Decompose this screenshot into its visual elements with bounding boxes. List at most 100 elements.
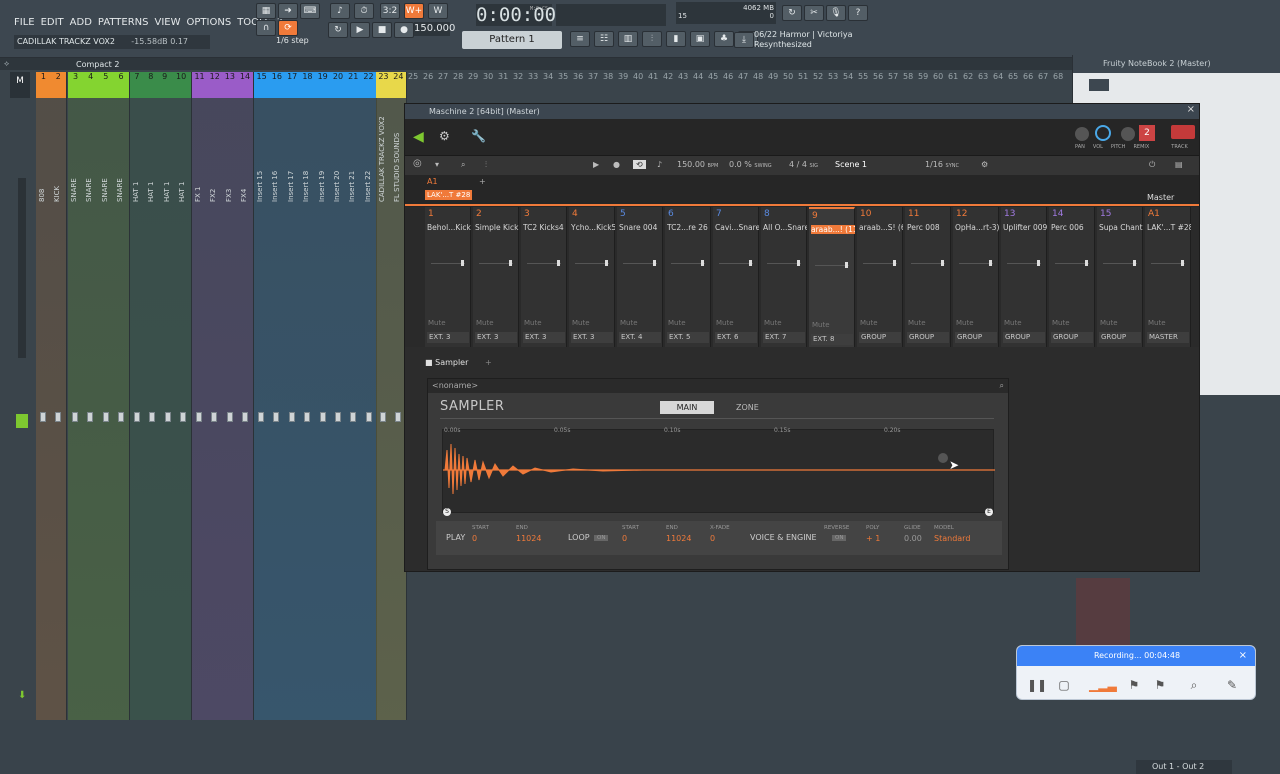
mixer-group-header[interactable]: 3 4 5 6 (68, 72, 129, 98)
insert-fader[interactable] (87, 412, 94, 422)
news-hint[interactable]: 06/22 Harmor | Victoriya Resynthesized (754, 30, 864, 52)
browser-icon[interactable]: ▣ (690, 31, 710, 47)
cut-icon[interactable]: ✂ (804, 5, 824, 21)
maschine-channel[interactable]: 14 Perc 006 Mute GROUP (1049, 207, 1095, 347)
pattern-selector[interactable]: Pattern 1 (462, 31, 562, 49)
insert-number[interactable]: 55 (858, 72, 873, 84)
marker-icon[interactable]: ⚑ (1151, 676, 1169, 694)
metronome-icon[interactable]: ♪ (657, 160, 662, 169)
maschine-channel[interactable]: 5 Snare 004 Mute EXT. 4 (617, 207, 663, 347)
insert-number[interactable]: 47 (738, 72, 753, 84)
maschine-channel[interactable]: 1 Behol...Kick Mute EXT. 3 (425, 207, 471, 347)
mute-button[interactable]: Mute (524, 319, 542, 327)
master-fader[interactable] (16, 414, 28, 428)
insert-number[interactable]: 56 (873, 72, 888, 84)
insert-fader[interactable] (164, 412, 171, 422)
channel-volume-slider[interactable] (1007, 263, 1041, 264)
insert-number[interactable]: 13 (225, 72, 235, 81)
insert-number[interactable]: 1 (41, 72, 46, 81)
insert-fader[interactable] (180, 412, 187, 422)
master-label[interactable]: Master (1147, 193, 1174, 202)
channel-output[interactable]: MASTER (1147, 332, 1189, 343)
insert-number[interactable]: 37 (588, 72, 603, 84)
insert-number[interactable]: 34 (543, 72, 558, 84)
insert-number[interactable]: 43 (678, 72, 693, 84)
keyboard-icon[interactable]: ⌨ (300, 3, 320, 19)
loop-toggle[interactable]: ON (594, 535, 609, 541)
dropdown-icon[interactable]: ▾ (435, 160, 439, 169)
mixer-menu-icon[interactable]: ⟡ (4, 59, 9, 69)
channel-output[interactable]: GROUP (1051, 332, 1093, 343)
mute-button[interactable]: Mute (428, 319, 446, 327)
mute-button[interactable]: Mute (1004, 319, 1022, 327)
pause-icon[interactable]: ❚❚ (1027, 676, 1047, 694)
loop-xfade[interactable]: 0 (710, 534, 715, 543)
mixer-mode[interactable]: Compact 2 (76, 60, 119, 69)
maschine-channel[interactable]: 12 OpHa...rt-3) Mute GROUP (953, 207, 999, 347)
mixer-group-header[interactable]: 23 24 (376, 72, 406, 98)
maschine-channel[interactable]: A1 LAK'...T #28 Mute MASTER (1145, 207, 1191, 347)
record-icon[interactable]: ● (394, 22, 414, 38)
insert-number[interactable]: 57 (888, 72, 903, 84)
channel-volume-slider[interactable] (623, 263, 657, 264)
channel-volume-slider[interactable] (479, 263, 513, 264)
insert-number[interactable]: 61 (948, 72, 963, 84)
model-value[interactable]: Standard (934, 534, 970, 543)
piano-icon[interactable]: ▥ (618, 31, 638, 47)
zoom-icon[interactable]: ⌕ (1185, 676, 1203, 694)
grid-display[interactable]: 1/16 SYNC (925, 160, 959, 169)
play-end[interactable]: 11024 (516, 534, 541, 543)
insert-number[interactable]: 27 (438, 72, 453, 84)
mute-button[interactable]: Mute (620, 319, 638, 327)
insert-number[interactable]: 46 (723, 72, 738, 84)
mixer-group-header[interactable]: 12 (36, 72, 66, 98)
mute-button[interactable]: Mute (1148, 319, 1166, 327)
mute-button[interactable]: Mute (572, 319, 590, 327)
channel-output[interactable]: EXT. 8 (811, 334, 853, 345)
mute-button[interactable]: Mute (716, 319, 734, 327)
power-icon[interactable]: ⏻ (1149, 160, 1155, 170)
mic-icon[interactable]: 🎙 (826, 5, 846, 21)
wrench-icon[interactable]: 🔧 (471, 129, 486, 143)
reverse-toggle[interactable]: ON (832, 535, 847, 541)
insert-fader[interactable] (226, 412, 233, 422)
maschine-channel[interactable]: 4 Ycho...Kick5 Mute EXT. 3 (569, 207, 615, 347)
loop-icon[interactable]: ⟳ (278, 20, 298, 36)
mute-button[interactable]: Mute (1100, 319, 1118, 327)
channel-volume-handle[interactable] (461, 260, 464, 266)
maschine-channel[interactable]: 7 Cavi...Snare Mute EXT. 6 (713, 207, 759, 347)
insert-number[interactable]: 58 (903, 72, 918, 84)
mixer-group-header[interactable]: 15 16 17 18 19 20 21 22 (254, 72, 377, 98)
insert-number[interactable]: 40 (633, 72, 648, 84)
channel-volume-handle[interactable] (653, 260, 656, 266)
plugin-icon[interactable]: ♣ (714, 31, 734, 47)
menu-file[interactable]: FILE (14, 17, 35, 28)
insert-number[interactable]: 66 (1023, 72, 1038, 84)
sampler-tab[interactable]: ■ Sampler + (425, 358, 492, 367)
insert-fader[interactable] (380, 412, 386, 422)
channel-output[interactable]: EXT. 3 (475, 332, 517, 343)
plugin-icon[interactable]: ◀ (413, 129, 424, 145)
insert-number[interactable]: 67 (1038, 72, 1053, 84)
insert-number[interactable]: 4 (88, 72, 93, 81)
master-track-header[interactable]: M (10, 72, 30, 98)
insert-fader[interactable] (395, 412, 402, 422)
insert-number[interactable]: 3 (73, 72, 78, 81)
insert-number[interactable]: 39 (618, 72, 633, 84)
waveform-view[interactable]: S E ➤ (442, 429, 995, 516)
blend-notes-icon[interactable]: W+ (404, 3, 424, 19)
channel-output[interactable]: GROUP (1003, 332, 1045, 343)
insert-number[interactable]: 21 (348, 72, 358, 81)
insert-fader[interactable] (242, 412, 249, 422)
mixer-view-icon[interactable]: ⫶ (485, 160, 487, 170)
tab-zone[interactable]: ZONE (736, 403, 759, 412)
channel-volume-slider[interactable] (959, 263, 993, 264)
play-icon[interactable]: ▶ (350, 22, 370, 38)
channel-volume-handle[interactable] (989, 260, 992, 266)
channel-volume-handle[interactable] (557, 260, 560, 266)
insert-fader[interactable] (319, 412, 326, 422)
channel-volume-handle[interactable] (1037, 260, 1040, 266)
channel-output[interactable]: EXT. 3 (571, 332, 613, 343)
channel-volume-slider[interactable] (431, 263, 465, 264)
channel-output[interactable]: EXT. 7 (763, 332, 805, 343)
